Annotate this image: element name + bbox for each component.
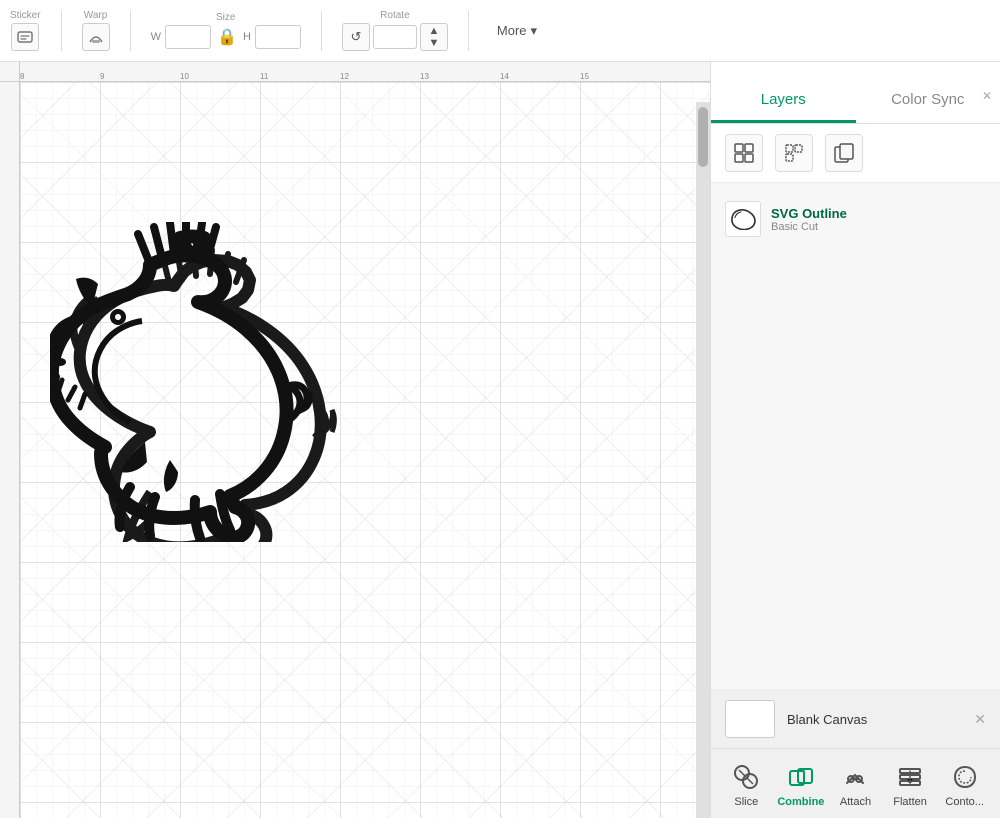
- panel-tabs: Layers Color Sync ✕: [711, 62, 1000, 124]
- ruler-tick: 9: [100, 72, 104, 81]
- size-group: Size W 🔒 H: [151, 12, 301, 49]
- duplicate-button[interactable]: [825, 134, 863, 172]
- size-label: Size: [216, 12, 235, 23]
- blank-canvas-close-icon[interactable]: ✕: [974, 711, 986, 728]
- slice-icon: [730, 761, 762, 793]
- warp-label: Warp: [84, 10, 108, 21]
- contour-icon: [949, 761, 981, 793]
- ruler-top: 8 9 10 11 12 13 14 15: [20, 62, 710, 82]
- scroll-right[interactable]: [696, 102, 710, 818]
- sticker-button[interactable]: [11, 23, 39, 51]
- more-button[interactable]: More ▾: [489, 19, 545, 43]
- flatten-icon: [894, 761, 926, 793]
- main-toolbar: Sticker Warp Size W 🔒 H Rotate: [0, 0, 1000, 62]
- duplicate-icon: [833, 142, 855, 164]
- ungroup-icon: [783, 142, 805, 164]
- ungroup-button[interactable]: [775, 134, 813, 172]
- flatten-button[interactable]: Flatten: [886, 761, 934, 808]
- layer-thumbnail: [725, 201, 761, 237]
- ruler-tick: 15: [580, 72, 589, 81]
- ruler-tick: 13: [420, 72, 429, 81]
- rotate-ccw-button[interactable]: ↺: [342, 23, 370, 51]
- slice-button[interactable]: Slice: [722, 761, 770, 808]
- flatten-label: Flatten: [893, 796, 927, 808]
- layer-preview-icon: [729, 208, 757, 230]
- warp-button[interactable]: [82, 23, 110, 51]
- more-label: More: [497, 23, 527, 38]
- layer-item[interactable]: SVG Outline Basic Cut: [711, 193, 1000, 245]
- sticker-group: Sticker: [10, 10, 41, 51]
- tab-color-sync[interactable]: Color Sync ✕: [856, 81, 1000, 123]
- layer-name: SVG Outline: [771, 206, 986, 221]
- sticker-label: Sticker: [10, 10, 41, 21]
- ruler-corner: [0, 62, 20, 82]
- blank-canvas-label: Blank Canvas: [787, 712, 867, 727]
- contour-button[interactable]: Conto...: [941, 761, 989, 808]
- rotate-cw-button[interactable]: ▲▼: [420, 23, 448, 51]
- main-area: 8 9 10 11 12 13 14 15: [0, 62, 1000, 818]
- ruler-tick: 12: [340, 72, 349, 81]
- blank-canvas-thumb: [725, 700, 775, 738]
- canvas-grid[interactable]: [20, 82, 710, 818]
- sep-1: [61, 11, 62, 51]
- bottom-actions: Slice Combine: [711, 757, 1000, 814]
- ruler-tick: 10: [180, 72, 189, 81]
- attach-icon: [839, 761, 871, 793]
- combine-icon: [785, 761, 817, 793]
- more-arrow-icon: ▾: [531, 23, 538, 39]
- combine-label: Combine: [777, 796, 824, 808]
- blank-canvas-row[interactable]: Blank Canvas ✕: [711, 689, 1000, 748]
- group-button[interactable]: [725, 134, 763, 172]
- size-w-input[interactable]: [165, 25, 211, 49]
- color-sync-close-icon[interactable]: ✕: [982, 89, 992, 103]
- combine-button[interactable]: Combine: [777, 761, 825, 808]
- canvas-area[interactable]: 8 9 10 11 12 13 14 15: [0, 62, 710, 818]
- tab-layers[interactable]: Layers: [711, 81, 856, 123]
- attach-button[interactable]: Attach: [831, 761, 879, 808]
- ruler-tick: 14: [500, 72, 509, 81]
- right-panel: Layers Color Sync ✕: [710, 62, 1000, 818]
- slice-label: Slice: [734, 796, 758, 808]
- rotate-label: Rotate: [380, 10, 409, 21]
- razorback-image[interactable]: [50, 222, 670, 542]
- ruler-left: [0, 82, 20, 818]
- layer-info: SVG Outline Basic Cut: [771, 206, 986, 233]
- contour-label: Conto...: [945, 796, 984, 808]
- attach-label: Attach: [840, 796, 871, 808]
- size-w-label: W: [151, 31, 161, 43]
- rotate-group: Rotate ↺ ▲▼: [342, 10, 448, 51]
- panel-actions: [711, 124, 1000, 183]
- sep-3: [321, 11, 322, 51]
- scroll-thumb[interactable]: [698, 107, 708, 167]
- rotate-input[interactable]: [373, 25, 417, 49]
- sep-2: [130, 11, 131, 51]
- panel-bottom: Slice Combine: [711, 748, 1000, 818]
- ruler-tick: 11: [260, 72, 268, 81]
- sep-4: [468, 11, 469, 51]
- lock-icon[interactable]: 🔒: [215, 25, 239, 49]
- size-h-input[interactable]: [255, 25, 301, 49]
- size-h-label: H: [243, 31, 251, 43]
- layer-list: SVG Outline Basic Cut: [711, 183, 1000, 689]
- warp-group: Warp: [82, 10, 110, 51]
- ruler-tick: 8: [20, 72, 24, 81]
- layer-type: Basic Cut: [771, 221, 986, 233]
- group-icon: [733, 142, 755, 164]
